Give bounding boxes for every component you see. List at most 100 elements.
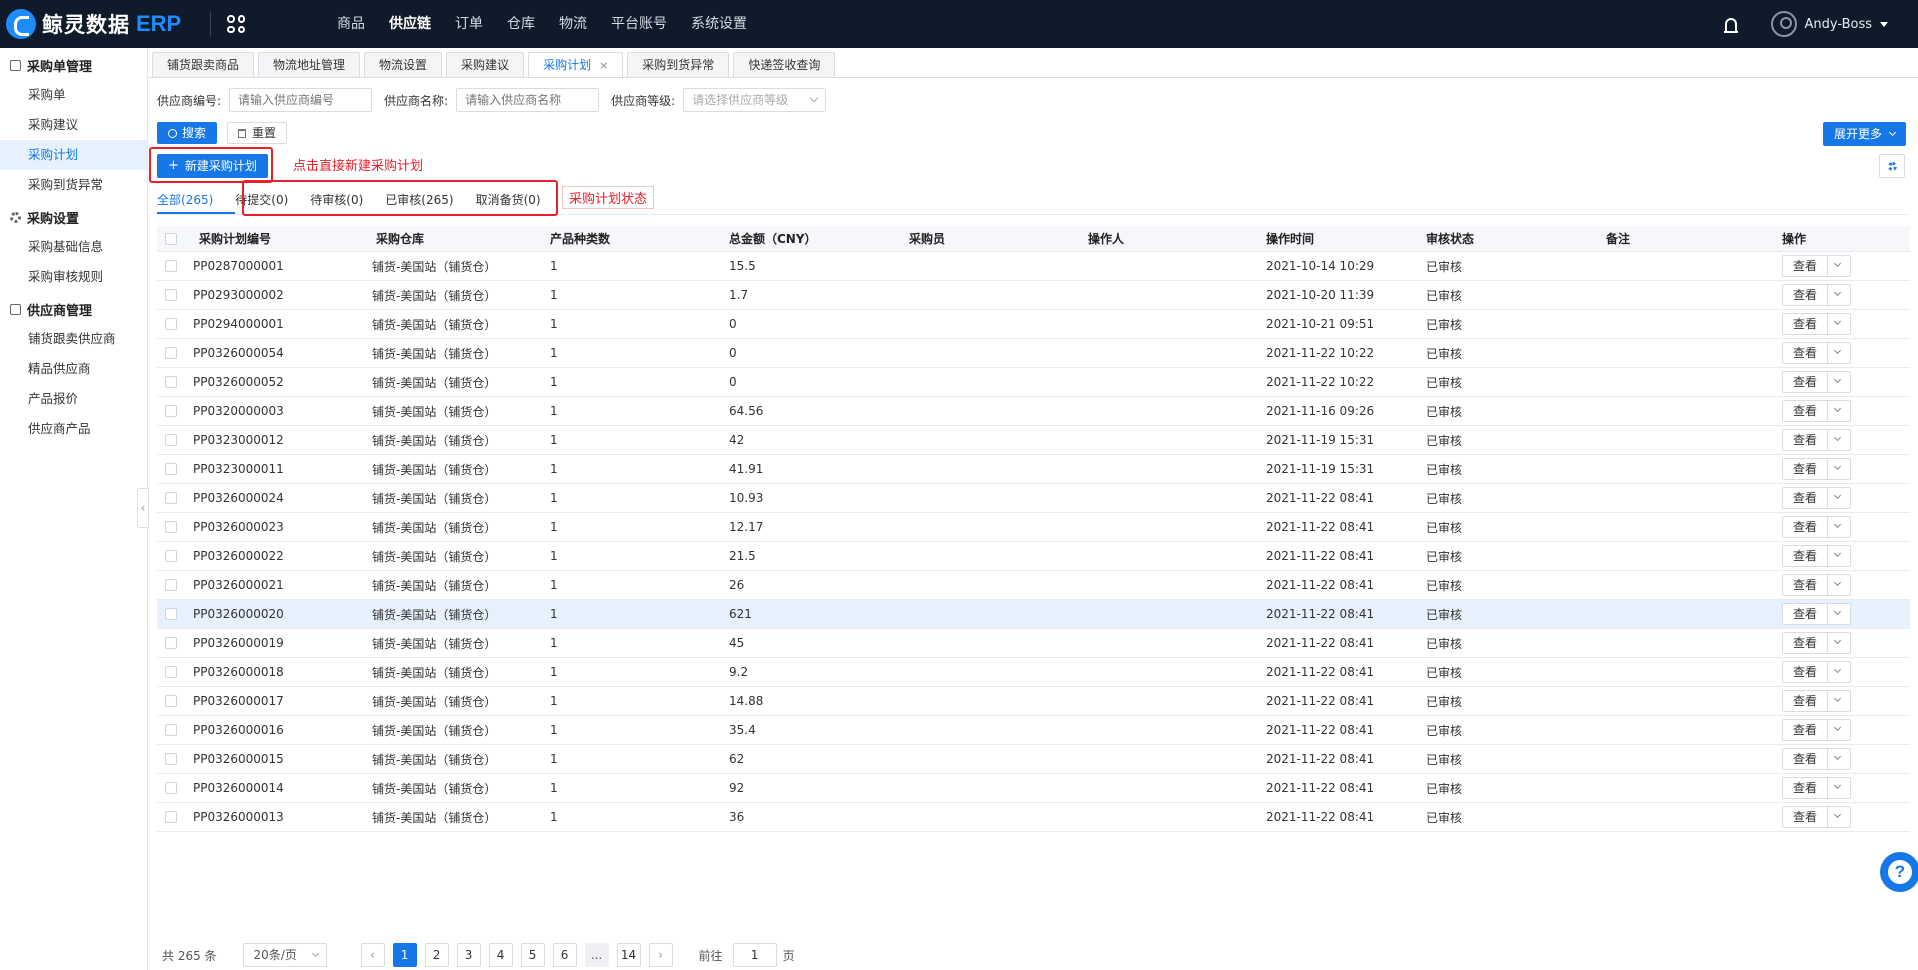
table-row[interactable]: PP0326000014 铺货-美国站（铺货仓） 1 92 2021-11-22 08:… [157, 774, 1910, 803]
table-row[interactable]: PP0326000015 铺货-美国站（铺货仓） 1 62 2021-11-22 08:… [157, 745, 1910, 774]
page-number-button[interactable]: 6 [552, 943, 577, 967]
row-more-dropdown[interactable] [1828, 575, 1850, 595]
goto-page-input[interactable]: 1 [732, 943, 777, 967]
table-row[interactable]: PP0326000054 铺货-美国站（铺货仓） 1 0 2021-11-22 10:2… [157, 339, 1910, 368]
page-tab[interactable]: 采购计划 × [528, 52, 624, 78]
table-row[interactable]: PP0326000023 铺货-美国站（铺货仓） 1 12.17 2021-11-22 … [157, 513, 1910, 542]
row-more-dropdown[interactable] [1828, 285, 1850, 305]
table-row[interactable]: PP0320000003 铺货-美国站（铺货仓） 1 64.56 2021-11-16 … [157, 397, 1910, 426]
row-more-dropdown[interactable] [1828, 401, 1850, 421]
table-row[interactable]: PP0294000001 铺货-美国站（铺货仓） 1 0 2021-10-21 09:5… [157, 310, 1910, 339]
sidebar-item[interactable]: 采购到货异常 [0, 170, 147, 200]
row-checkbox[interactable] [165, 724, 177, 736]
row-more-dropdown[interactable] [1828, 749, 1850, 769]
table-row[interactable]: PP0326000052 铺货-美国站（铺货仓） 1 0 2021-11-22 10:2… [157, 368, 1910, 397]
row-checkbox[interactable] [165, 695, 177, 707]
sidebar-item[interactable]: 供应商产品 [0, 414, 147, 444]
page-tab[interactable]: 快递签收查询 [733, 52, 836, 78]
page-number-button[interactable]: 2 [424, 943, 449, 967]
row-checkbox[interactable] [165, 405, 177, 417]
view-button[interactable]: 查看 [1783, 546, 1829, 566]
search-button[interactable]: 搜索 [157, 122, 218, 144]
view-button[interactable]: 查看 [1783, 604, 1829, 624]
row-more-dropdown[interactable] [1828, 314, 1850, 334]
top-nav-item[interactable]: 系统设置 [691, 0, 747, 48]
row-checkbox[interactable] [165, 608, 177, 620]
sidebar-item[interactable]: 铺货跟卖供应商 [0, 324, 147, 354]
view-button[interactable]: 查看 [1783, 633, 1829, 653]
row-checkbox[interactable] [165, 463, 177, 475]
row-checkbox[interactable] [165, 753, 177, 765]
table-row[interactable]: PP0293000002 铺货-美国站（铺货仓） 1 1.7 2021-10-20 11… [157, 281, 1910, 310]
row-more-dropdown[interactable] [1828, 488, 1850, 508]
view-button[interactable]: 查看 [1783, 662, 1829, 682]
sidebar-item[interactable]: 采购计划 [0, 140, 147, 170]
top-nav-item[interactable]: 订单 [455, 0, 483, 48]
row-more-dropdown[interactable] [1828, 720, 1850, 740]
username[interactable]: Andy-Boss [1805, 17, 1873, 32]
expand-more-button[interactable]: 展开更多 [1823, 122, 1907, 146]
view-button[interactable]: 查看 [1783, 517, 1829, 537]
page-number-button[interactable]: 5 [520, 943, 545, 967]
view-button[interactable]: 查看 [1783, 720, 1829, 740]
sidebar-group-header[interactable]: 采购单管理 [0, 50, 147, 80]
view-button[interactable]: 查看 [1783, 488, 1829, 508]
user-menu-chevron-down-icon[interactable] [1880, 21, 1888, 27]
row-more-dropdown[interactable] [1828, 691, 1850, 711]
sidebar-item[interactable]: 采购审核规则 [0, 262, 147, 292]
view-button[interactable]: 查看 [1783, 343, 1829, 363]
top-nav-item[interactable]: 仓库 [507, 0, 535, 48]
view-button[interactable]: 查看 [1783, 459, 1829, 479]
status-tab[interactable]: 全部(265) [157, 190, 213, 210]
row-more-dropdown[interactable] [1828, 517, 1850, 537]
row-more-dropdown[interactable] [1828, 343, 1850, 363]
supplier-name-input[interactable] [456, 88, 600, 112]
row-more-dropdown[interactable] [1828, 372, 1850, 392]
view-button[interactable]: 查看 [1783, 372, 1829, 392]
table-row[interactable]: PP0326000021 铺货-美国站（铺货仓） 1 26 2021-11-22 08:… [157, 571, 1910, 600]
page-tab[interactable]: 采购建议 [446, 52, 525, 78]
sidebar-item[interactable]: 精品供应商 [0, 354, 147, 384]
view-button[interactable]: 查看 [1783, 691, 1829, 711]
table-row[interactable]: PP0326000018 铺货-美国站（铺货仓） 1 9.2 2021-11-22 08… [157, 658, 1910, 687]
supplier-code-input[interactable] [229, 88, 373, 112]
top-nav-item[interactable]: 商品 [337, 0, 365, 48]
sidebar-item[interactable]: 采购建议 [0, 110, 147, 140]
view-button[interactable]: 查看 [1783, 401, 1829, 421]
row-more-dropdown[interactable] [1828, 778, 1850, 798]
table-row[interactable]: PP0287000001 铺货-美国站（铺货仓） 1 15.5 2021-10-14 1… [157, 252, 1910, 281]
page-tab[interactable]: 铺货跟卖商品 [152, 52, 255, 78]
row-more-dropdown[interactable] [1828, 459, 1850, 479]
reset-button[interactable]: 重置 [227, 122, 288, 144]
row-more-dropdown[interactable] [1828, 604, 1850, 624]
logo[interactable]: 鲸灵数据 ERP [6, 9, 202, 39]
row-checkbox[interactable] [165, 521, 177, 533]
sidebar-item[interactable]: 采购基础信息 [0, 232, 147, 262]
view-button[interactable]: 查看 [1783, 256, 1829, 276]
top-nav-item[interactable]: 平台账号 [611, 0, 667, 48]
row-checkbox[interactable] [165, 492, 177, 504]
row-more-dropdown[interactable] [1828, 546, 1850, 566]
page-tab[interactable]: 物流地址管理 [258, 52, 361, 78]
sidebar-group-header[interactable]: 采购设置 [0, 202, 147, 232]
prev-page-chevron-left-icon[interactable]: ‹ [360, 943, 385, 967]
view-button[interactable]: 查看 [1783, 314, 1829, 334]
table-row[interactable]: PP0326000020 铺货-美国站（铺货仓） 1 621 2021-11-22 08… [157, 600, 1910, 629]
row-checkbox[interactable] [165, 550, 177, 562]
row-checkbox[interactable] [165, 347, 177, 359]
row-checkbox[interactable] [165, 666, 177, 678]
view-button[interactable]: 查看 [1783, 575, 1829, 595]
row-checkbox[interactable] [165, 811, 177, 823]
sidebar-group-header[interactable]: 供应商管理 [0, 294, 147, 324]
top-nav-item[interactable]: 物流 [559, 0, 587, 48]
row-more-dropdown[interactable] [1828, 807, 1850, 827]
sidebar-item[interactable]: 产品报价 [0, 384, 147, 414]
sidebar-collapse-chevron-left-icon[interactable]: ‹ [137, 488, 149, 528]
page-tab[interactable]: 物流设置 [364, 52, 443, 78]
row-more-dropdown[interactable] [1828, 662, 1850, 682]
page-number-button[interactable]: 4 [488, 943, 513, 967]
table-row[interactable]: PP0326000019 铺货-美国站（铺货仓） 1 45 2021-11-22 08:… [157, 629, 1910, 658]
page-number-button[interactable]: 1 [392, 943, 417, 967]
row-checkbox[interactable] [165, 434, 177, 446]
close-icon[interactable]: × [599, 59, 608, 72]
